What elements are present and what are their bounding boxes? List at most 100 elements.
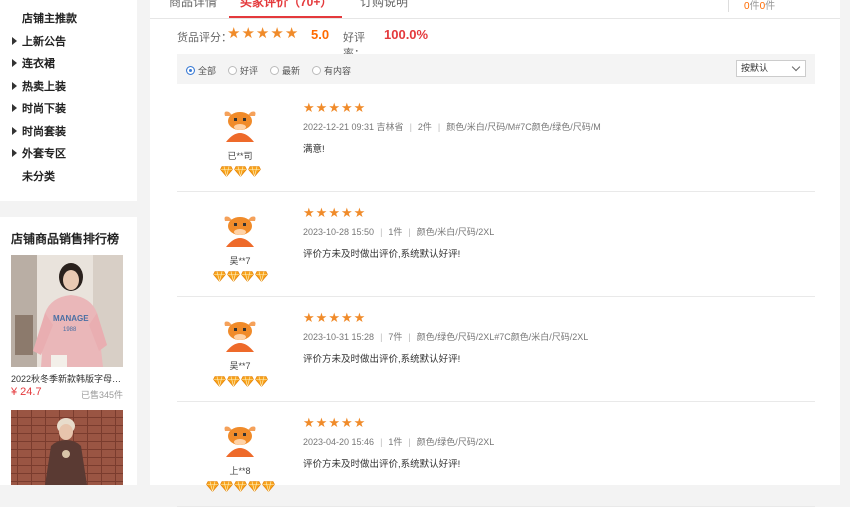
review-spec: 颜色/绿色/尺码/2XL#7C颜色/米白/尺码/2XL [416, 332, 589, 342]
diamond-level-icon [247, 479, 261, 497]
star-icon: ★ [340, 100, 353, 115]
cartoon-bull-avatar-icon [221, 421, 259, 459]
product-name[interactable]: 2022秋冬季新款韩版字母印花... [11, 372, 123, 385]
review-stars: ★★★★★ [303, 204, 366, 222]
tab-buyer-reviews[interactable]: 买家评价（70+） [240, 0, 332, 10]
diamond-level-icon [254, 269, 268, 287]
filter-radio-positive[interactable]: 好评 [228, 64, 258, 77]
product-image-dress[interactable] [11, 410, 123, 485]
star-icon: ★ [340, 415, 353, 430]
divider: | [380, 227, 383, 237]
review-spec: 颜色/绿色/尺码/2XL [416, 437, 495, 447]
star-icon: ★ [340, 205, 353, 220]
svg-text:1988: 1988 [63, 327, 77, 333]
review-item: 上**8 ★★★★★ 2023-04-20 15:46 | 1件 | 颜色/绿色/尺码/2X… [177, 401, 815, 507]
product-price: ¥ 24.7 [11, 386, 42, 398]
filter-label: 好评 [240, 66, 259, 76]
review-spec: 颜色/米白/尺码/2XL [416, 227, 495, 237]
review-quantity: 7件 [388, 332, 403, 342]
category-label: 热卖上装 [22, 81, 66, 93]
star-icon: ★ [328, 310, 340, 325]
product-score-value: 5.0 [311, 27, 330, 42]
review-quantity: 1件 [388, 437, 403, 447]
review-text: 满意! [303, 144, 325, 155]
filter-label: 有内容 [324, 66, 352, 76]
buyer-level-gems [177, 374, 303, 392]
divider: | [380, 332, 383, 342]
review-datetime: 2023-04-20 15:46 [303, 437, 375, 447]
star-icon: ★ [284, 25, 299, 42]
star-icon: ★ [315, 415, 328, 430]
category-item-featured[interactable]: 店铺主推款 [12, 13, 77, 25]
category-label: 未分类 [22, 171, 55, 183]
review-text: 评价方未及时做出评价,系统默认好评! [303, 459, 461, 470]
star-icon: ★ [353, 415, 366, 430]
filter-radio-with-content[interactable]: 有内容 [312, 64, 351, 77]
category-item-tops[interactable]: 热卖上装 [12, 81, 66, 93]
diamond-level-icon [226, 269, 240, 287]
category-item-bottoms[interactable]: 时尚下装 [12, 103, 66, 115]
star-icon: ★ [328, 415, 340, 430]
category-label: 店铺主推款 [22, 13, 77, 25]
buyer-level-gems [177, 479, 303, 497]
star-icon: ★ [303, 100, 315, 115]
tab-product-detail[interactable]: 商品详情 [169, 0, 217, 10]
diamond-level-icon [205, 479, 219, 497]
sort-select-value: 按默认 [741, 63, 769, 73]
reviewer-name: 已**司 [227, 151, 253, 161]
star-icon: ★ [353, 205, 366, 220]
divider: | [437, 122, 441, 132]
diamond-level-icon [240, 374, 254, 392]
star-icon: ★ [255, 25, 270, 42]
product-image-sweatshirt[interactable]: MANAGE 1988 [11, 255, 123, 367]
category-item-new[interactable]: 上新公告 [12, 36, 66, 48]
filter-label: 最新 [282, 66, 301, 76]
category-label: 连衣裙 [22, 58, 55, 70]
product-score-label: 货品评分： [177, 32, 232, 44]
divider [728, 0, 729, 12]
star-icon: ★ [270, 25, 284, 42]
review-meta: 2022-12-21 09:31 吉林省 | 2件 | 颜色/米白/尺码/M#7C颜色/… [303, 120, 601, 133]
cart-count-mid: 件 [749, 1, 760, 12]
cart-count[interactable]: 0件0件 [744, 0, 775, 12]
shop-sidebar: 店铺主推款 上新公告 连衣裙 热卖上装 时尚下装 时尚套装 外套专区 未分类 店… [0, 0, 137, 485]
filter-radio-all[interactable]: 全部 [186, 64, 216, 77]
review-meta: 2023-10-31 15:28 | 7件 | 颜色/绿色/尺码/2XL#7C颜色/米白… [303, 330, 588, 343]
review-quantity: 2件 [417, 122, 432, 132]
review-item: 已**司 ★★★★★ 2022-12-21 09:31 吉林省 | 2件 | 颜色/米白/尺… [177, 86, 815, 192]
review-meta: 2023-10-28 15:50 | 1件 | 颜色/米白/尺码/2XL [303, 225, 494, 238]
diamond-level-icon [247, 164, 261, 182]
review-meta: 2023-04-20 15:46 | 1件 | 颜色/绿色/尺码/2XL [303, 435, 494, 448]
cartoon-bull-avatar-icon [221, 106, 259, 144]
filter-radio-latest[interactable]: 最新 [270, 64, 300, 77]
star-icon: ★ [353, 310, 366, 325]
tab-order-notes[interactable]: 订购说明 [360, 0, 408, 10]
sort-select[interactable]: 按默认 [736, 60, 806, 77]
diamond-level-icon [212, 269, 226, 287]
category-item-dress[interactable]: 连衣裙 [12, 58, 55, 70]
product-sold-count: 已售345件 [80, 390, 123, 400]
divider: | [408, 437, 411, 447]
review-stars: ★★★★★ [303, 99, 366, 117]
diamond-level-icon [261, 479, 275, 497]
category-item-outerwear[interactable]: 外套专区 [12, 148, 66, 160]
star-icon: ★ [227, 25, 241, 42]
category-item-sets[interactable]: 时尚套装 [12, 126, 66, 138]
ranking-title: 店铺商品销售排行榜 [11, 232, 120, 246]
filter-label: 全部 [198, 66, 217, 76]
star-icon: ★ [241, 25, 255, 42]
star-icon: ★ [315, 310, 328, 325]
diamond-level-icon [240, 269, 254, 287]
sales-ranking-panel: 店铺商品销售排行榜 MANAGE 1988 2022秋冬季新款韩版字母印花...… [0, 217, 137, 485]
divider: | [408, 227, 411, 237]
star-icon: ★ [315, 205, 328, 220]
cartoon-bull-avatar-icon [221, 316, 259, 354]
chevron-down-icon [791, 62, 801, 72]
review-stars: ★★★★★ [303, 309, 366, 327]
caret-right-icon [12, 149, 17, 158]
diamond-level-icon [219, 164, 233, 182]
review-datetime: 2022-12-21 09:31 吉林省 [303, 122, 404, 132]
reviewer-name: 上**8 [229, 466, 251, 476]
category-item-uncategorized[interactable]: 未分类 [12, 171, 55, 183]
positive-rate-value: 100.0% [384, 27, 429, 42]
